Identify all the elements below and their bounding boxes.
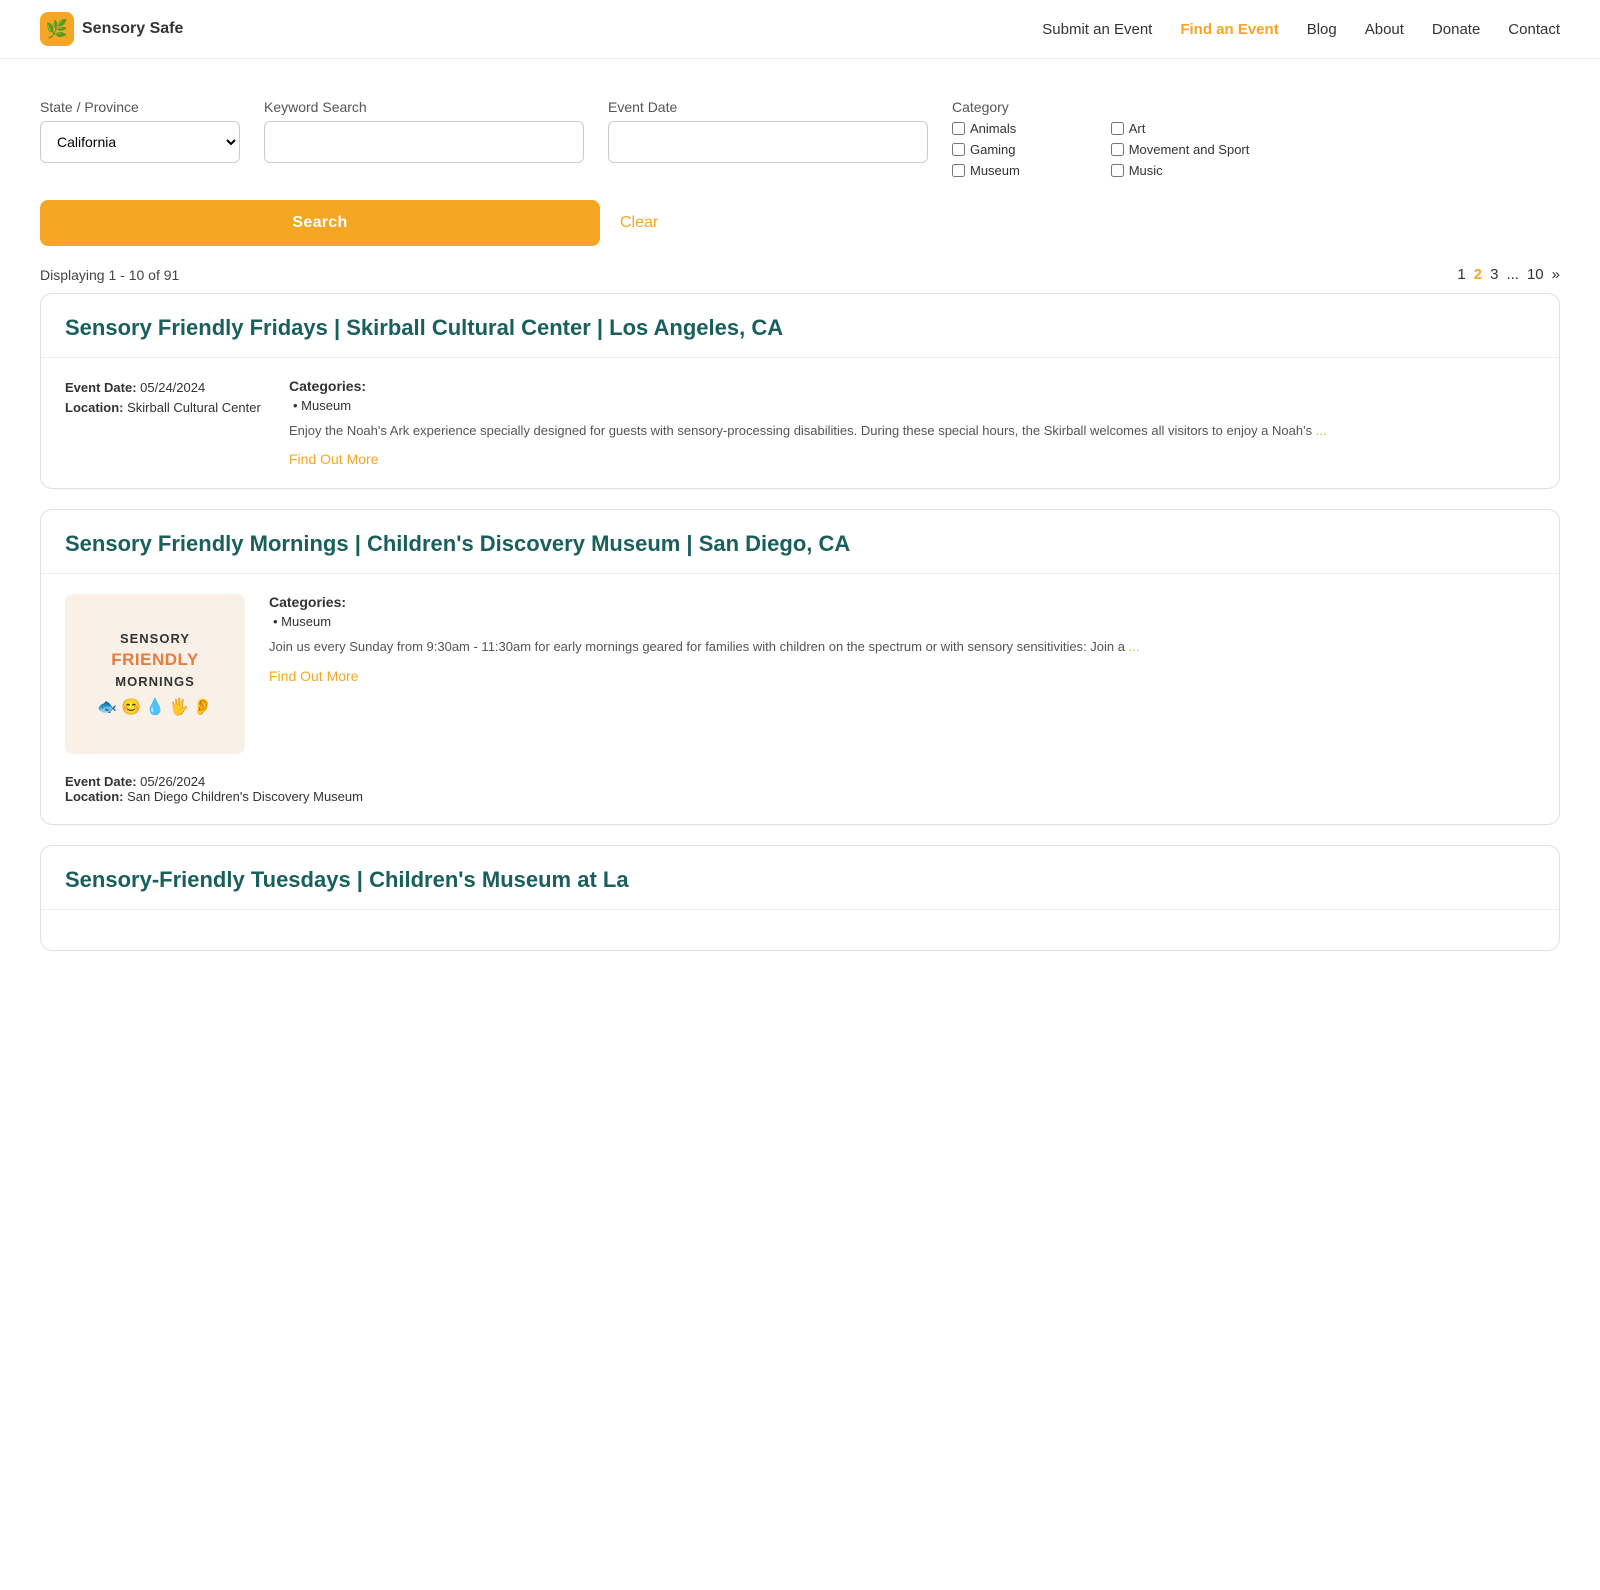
keyword-input[interactable] bbox=[264, 121, 584, 163]
date-filter: Event Date bbox=[608, 99, 928, 163]
event-card: Sensory Friendly Fridays | Skirball Cult… bbox=[40, 293, 1560, 489]
category-filter: Category Animals Art Gaming Movement and… bbox=[952, 99, 1249, 180]
nav-link-submit-an-event[interactable]: Submit an Event bbox=[1042, 21, 1152, 38]
navigation: 🌿 Sensory Safe Submit an Event Find an Ev… bbox=[0, 0, 1600, 59]
category-gaming[interactable]: Gaming bbox=[952, 142, 1091, 157]
logo-icon: 🌿 bbox=[40, 12, 74, 46]
category-music[interactable]: Music bbox=[1111, 163, 1250, 178]
event-date: Event Date: 05/26/2024 bbox=[65, 774, 1535, 789]
event-title-section: Sensory Friendly Fridays | Skirball Cult… bbox=[41, 294, 1559, 358]
pagination-ellipsis: ... bbox=[1506, 266, 1519, 283]
event-title[interactable]: Sensory-Friendly Tuesdays | Children's M… bbox=[65, 866, 1535, 895]
event-category: Museum bbox=[293, 398, 1535, 413]
event-card: Sensory Friendly Mornings | Children's D… bbox=[40, 509, 1560, 825]
search-filters: State / Province CaliforniaAlabamaAlaska… bbox=[40, 99, 1560, 180]
nav-link-donate[interactable]: Donate bbox=[1432, 21, 1480, 38]
nav-link-contact[interactable]: Contact bbox=[1508, 21, 1560, 38]
category-art[interactable]: Art bbox=[1111, 121, 1250, 136]
event-date: Event Date: 05/24/2024 bbox=[65, 378, 265, 399]
pagination: 123... 10 » bbox=[1457, 266, 1560, 283]
event-categories: Categories:MuseumEnjoy the Noah's Ark ex… bbox=[289, 378, 1535, 469]
logo-text: Sensory Safe bbox=[82, 20, 183, 38]
event-title[interactable]: Sensory Friendly Fridays | Skirball Cult… bbox=[65, 314, 1535, 343]
nav-link-blog[interactable]: Blog bbox=[1307, 21, 1337, 38]
event-title[interactable]: Sensory Friendly Mornings | Children's D… bbox=[65, 530, 1535, 559]
clear-button[interactable]: Clear bbox=[620, 214, 658, 232]
pagination-10[interactable]: 10 bbox=[1527, 266, 1544, 283]
pagination-»[interactable]: » bbox=[1552, 266, 1560, 283]
nav-link-find-an-event[interactable]: Find an Event bbox=[1180, 21, 1278, 38]
event-location: Location: San Diego Children's Discovery… bbox=[65, 789, 1535, 804]
find-out-more-link[interactable]: Find Out More bbox=[289, 451, 378, 467]
event-title-section: Sensory-Friendly Tuesdays | Children's M… bbox=[41, 846, 1559, 910]
nav-link-about[interactable]: About bbox=[1365, 21, 1404, 38]
keyword-label: Keyword Search bbox=[264, 99, 584, 115]
category-movement-and-sport[interactable]: Movement and Sport bbox=[1111, 142, 1250, 157]
event-body: Event Date: 05/24/2024Location: Skirball… bbox=[41, 358, 1559, 489]
pagination-3[interactable]: 3 bbox=[1490, 266, 1498, 283]
category-museum[interactable]: Museum bbox=[952, 163, 1091, 178]
event-title-section: Sensory Friendly Mornings | Children's D… bbox=[41, 510, 1559, 574]
event-description: Enjoy the Noah's Ark experience speciall… bbox=[289, 421, 1535, 442]
site-logo[interactable]: 🌿 Sensory Safe bbox=[40, 12, 183, 46]
event-meta-left: Event Date: 05/24/2024Location: Skirball… bbox=[65, 378, 265, 469]
event-categories: Categories:MuseumJoin us every Sunday fr… bbox=[269, 594, 1535, 754]
date-label: Event Date bbox=[608, 99, 928, 115]
events-list: Sensory Friendly Fridays | Skirball Cult… bbox=[0, 293, 1600, 991]
results-count: Displaying 1 - 10 of 91 bbox=[40, 267, 179, 283]
event-body: SENSORYFRIENDLYMORNINGS🐟😊💧🖐️👂Categories:… bbox=[41, 574, 1559, 774]
search-area: State / Province CaliforniaAlabamaAlaska… bbox=[0, 59, 1600, 266]
category-label: Category bbox=[952, 99, 1249, 115]
event-body bbox=[41, 910, 1559, 950]
keyword-filter: Keyword Search bbox=[264, 99, 584, 163]
search-row: Search Clear bbox=[40, 200, 1560, 246]
state-label: State / Province bbox=[40, 99, 240, 115]
event-description: Join us every Sunday from 9:30am - 11:30… bbox=[269, 637, 1535, 658]
pagination-1[interactable]: 1 bbox=[1457, 266, 1465, 283]
state-select[interactable]: CaliforniaAlabamaAlaskaArizonaArkansasCo… bbox=[40, 121, 240, 163]
event-category: Museum bbox=[273, 614, 1535, 629]
event-meta: Event Date: 05/26/2024Location: San Dieg… bbox=[41, 774, 1559, 824]
nav-links: Submit an Event Find an Event Blog About Don… bbox=[1042, 21, 1560, 38]
pagination-2[interactable]: 2 bbox=[1474, 266, 1482, 283]
find-out-more-link[interactable]: Find Out More bbox=[269, 668, 358, 684]
category-animals[interactable]: Animals bbox=[952, 121, 1091, 136]
event-image: SENSORYFRIENDLYMORNINGS🐟😊💧🖐️👂 bbox=[65, 594, 245, 754]
search-button[interactable]: Search bbox=[40, 200, 600, 246]
results-meta: Displaying 1 - 10 of 91 123... 10 » bbox=[0, 266, 1600, 293]
state-filter: State / Province CaliforniaAlabamaAlaska… bbox=[40, 99, 240, 163]
event-location: Location: Skirball Cultural Center bbox=[65, 398, 265, 419]
date-input[interactable] bbox=[608, 121, 928, 163]
event-card: Sensory-Friendly Tuesdays | Children's M… bbox=[40, 845, 1560, 951]
category-checkboxes: Animals Art Gaming Movement and Sport Mu… bbox=[952, 121, 1249, 180]
